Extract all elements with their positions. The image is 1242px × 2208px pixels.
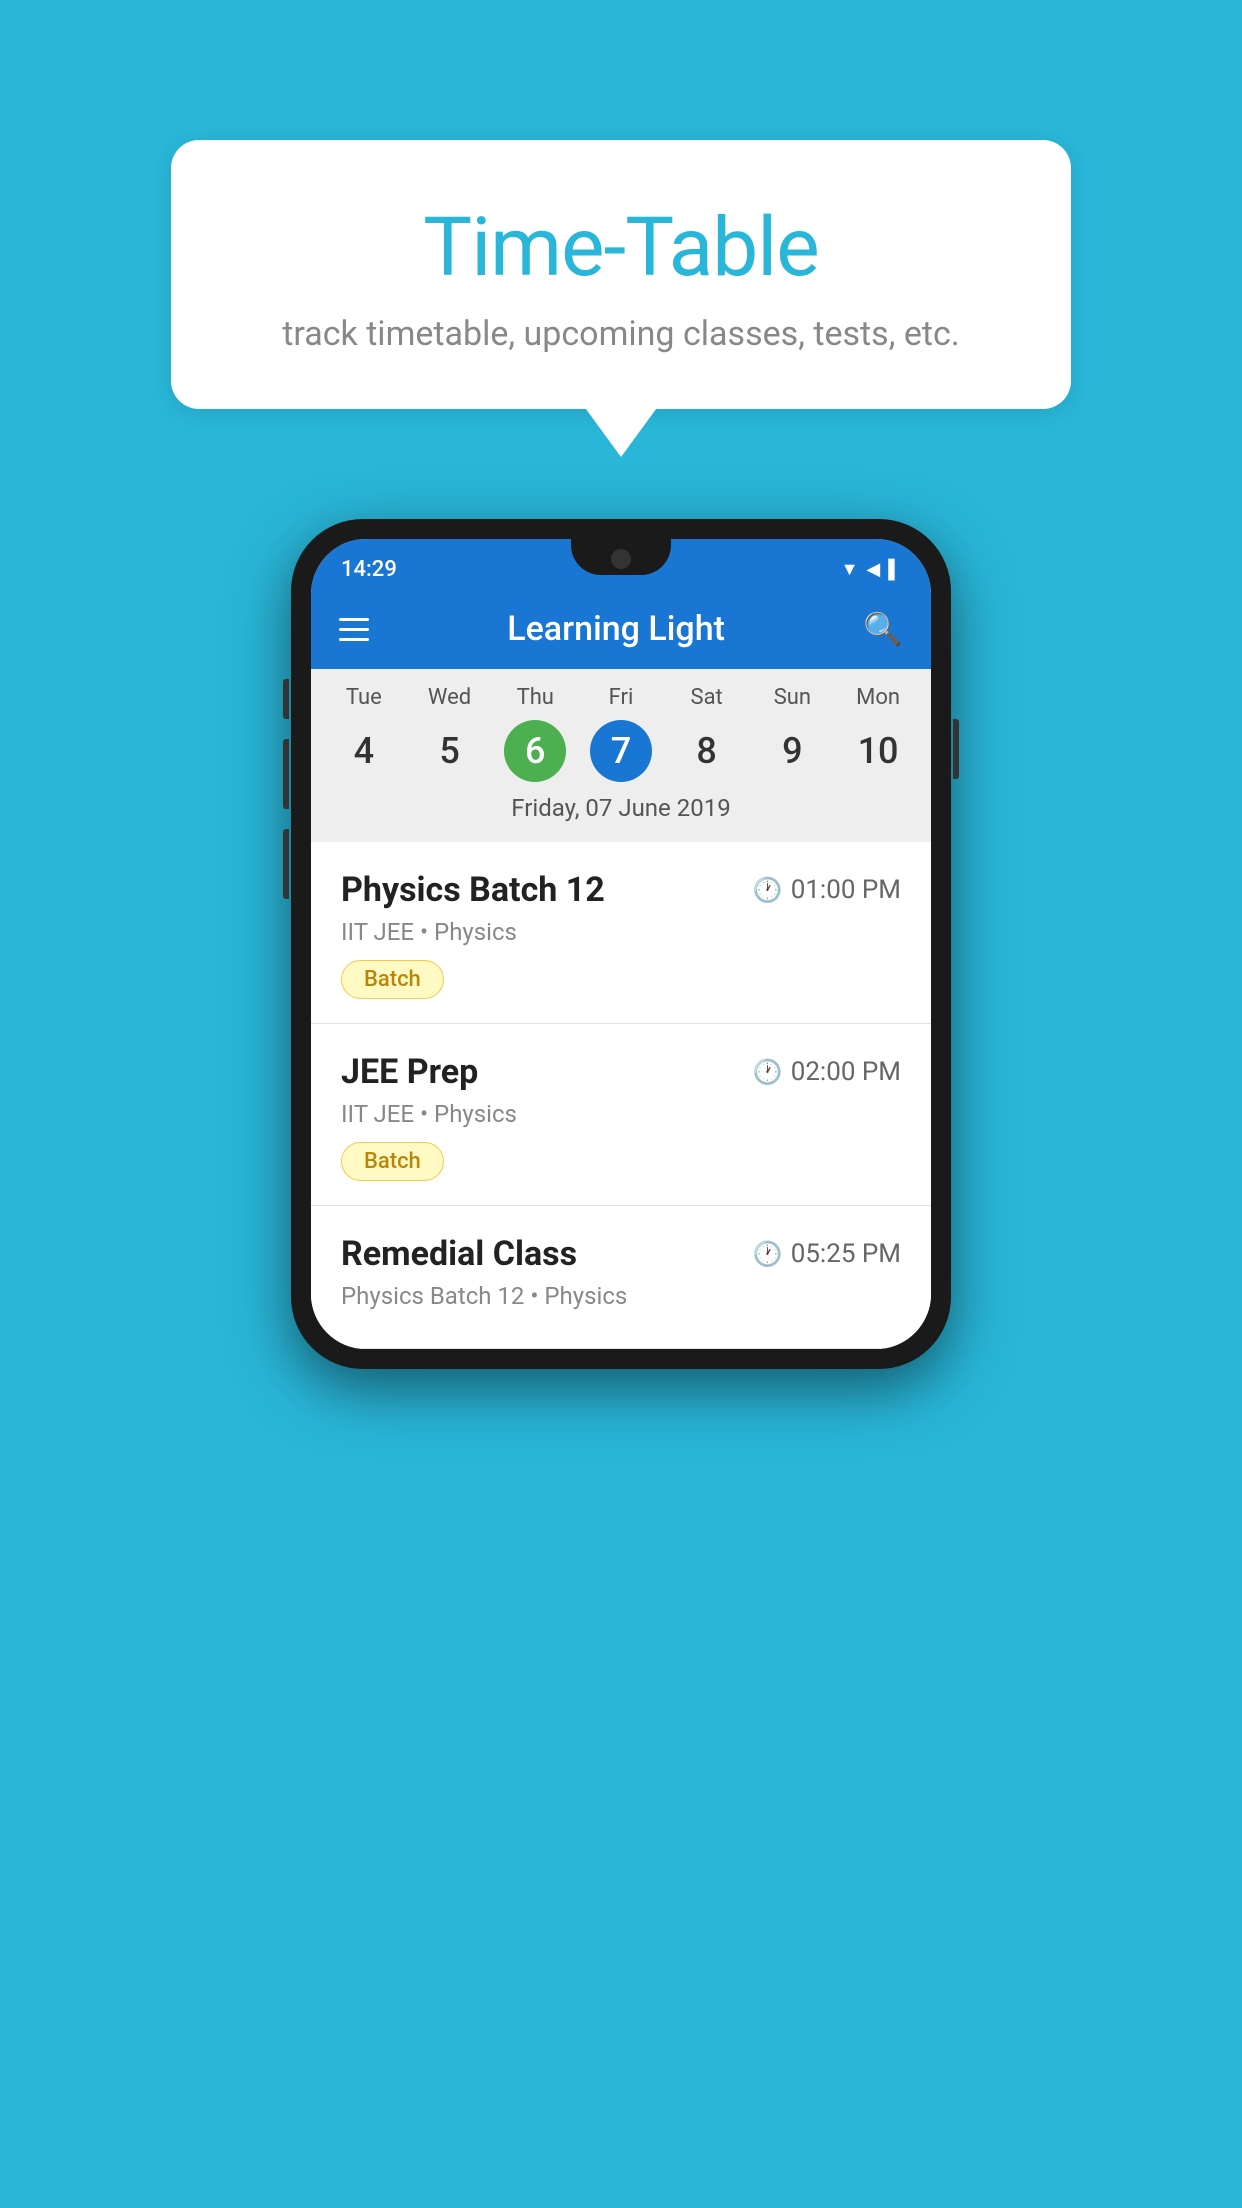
day-cell-9[interactable]: Sun 9: [751, 685, 833, 782]
batch-tag: Batch: [341, 1142, 444, 1181]
day-name: Sat: [691, 685, 723, 710]
day-number: 5: [419, 720, 481, 782]
status-time: 14:29: [341, 557, 397, 582]
volume-up-button: [283, 679, 289, 719]
day-number: 10: [847, 720, 909, 782]
item-row-top: JEE Prep 🕐 02:00 PM: [341, 1052, 901, 1092]
item-title: JEE Prep: [341, 1052, 478, 1092]
power-button: [953, 719, 959, 779]
day-number: 7: [590, 720, 652, 782]
day-cell-4[interactable]: Tue 4: [323, 685, 405, 782]
bubble-subtitle: track timetable, upcoming classes, tests…: [231, 314, 1011, 354]
schedule-item[interactable]: Physics Batch 12 🕐 01:00 PM IIT JEE • Ph…: [311, 842, 931, 1024]
battery-icon: ▌: [888, 559, 901, 580]
menu-button[interactable]: [339, 618, 369, 641]
speech-bubble: Time-Table track timetable, upcoming cla…: [171, 140, 1071, 409]
clock-icon: 🕐: [753, 876, 783, 904]
item-time: 🕐 01:00 PM: [753, 875, 901, 905]
day-name: Wed: [428, 685, 471, 710]
item-subtitle: IIT JEE • Physics: [341, 918, 901, 946]
day-cell-10[interactable]: Mon 10: [837, 685, 919, 782]
phone-section: 14:29 ▼ ◀ ▌ Learning Light 🔍: [0, 519, 1242, 1369]
item-time: 🕐 05:25 PM: [753, 1239, 901, 1269]
item-time: 🕐 02:00 PM: [753, 1057, 901, 1087]
day-cell-7[interactable]: Fri 7: [580, 685, 662, 782]
wifi-icon: ▼: [841, 559, 859, 580]
calendar-strip: Tue 4 Wed 5 Thu 6 Fri 7 Sat 8 Sun 9 Mon 10 Friday, 07…: [311, 669, 931, 842]
app-title: Learning Light: [507, 609, 725, 649]
day-name: Thu: [517, 685, 554, 710]
day-number: 9: [761, 720, 823, 782]
bubble-title: Time-Table: [231, 200, 1011, 296]
status-icons: ▼ ◀ ▌: [841, 559, 901, 580]
day-number: 8: [676, 720, 738, 782]
item-subtitle: Physics Batch 12 • Physics: [341, 1282, 901, 1310]
camera-dot: [611, 549, 631, 569]
signal-icon: ◀: [866, 559, 880, 580]
batch-tag: Batch: [341, 960, 444, 999]
phone-screen: 14:29 ▼ ◀ ▌ Learning Light 🔍: [311, 539, 931, 1349]
search-button[interactable]: 🔍: [863, 610, 903, 648]
day-number: 6: [504, 720, 566, 782]
clock-icon: 🕐: [753, 1058, 783, 1086]
day-name: Sun: [774, 685, 811, 710]
schedule-list: Physics Batch 12 🕐 01:00 PM IIT JEE • Ph…: [311, 842, 931, 1349]
day-cell-5[interactable]: Wed 5: [409, 685, 491, 782]
item-row-top: Physics Batch 12 🕐 01:00 PM: [341, 870, 901, 910]
schedule-item[interactable]: Remedial Class 🕐 05:25 PM Physics Batch …: [311, 1206, 931, 1349]
day-number: 4: [333, 720, 395, 782]
app-bar: Learning Light 🔍: [311, 589, 931, 669]
day-name: Fri: [609, 685, 634, 710]
hamburger-line-2: [339, 628, 369, 631]
item-title: Physics Batch 12: [341, 870, 605, 910]
silent-button: [283, 829, 289, 899]
day-cell-8[interactable]: Sat 8: [666, 685, 748, 782]
clock-icon: 🕐: [753, 1240, 783, 1268]
top-section: Time-Table track timetable, upcoming cla…: [0, 0, 1242, 409]
hamburger-line-1: [339, 618, 369, 621]
item-title: Remedial Class: [341, 1234, 577, 1274]
day-name: Mon: [856, 685, 900, 710]
day-cell-6[interactable]: Thu 6: [494, 685, 576, 782]
volume-down-button: [283, 739, 289, 809]
day-name: Tue: [346, 685, 382, 710]
day-row: Tue 4 Wed 5 Thu 6 Fri 7 Sat 8 Sun 9 Mon 10: [311, 685, 931, 782]
schedule-item[interactable]: JEE Prep 🕐 02:00 PM IIT JEE • Physics Ba…: [311, 1024, 931, 1206]
item-subtitle: IIT JEE • Physics: [341, 1100, 901, 1128]
phone-frame: 14:29 ▼ ◀ ▌ Learning Light 🔍: [291, 519, 951, 1369]
item-row-top: Remedial Class 🕐 05:25 PM: [341, 1234, 901, 1274]
selected-date-label: Friday, 07 June 2019: [311, 782, 931, 838]
hamburger-line-3: [339, 638, 369, 641]
